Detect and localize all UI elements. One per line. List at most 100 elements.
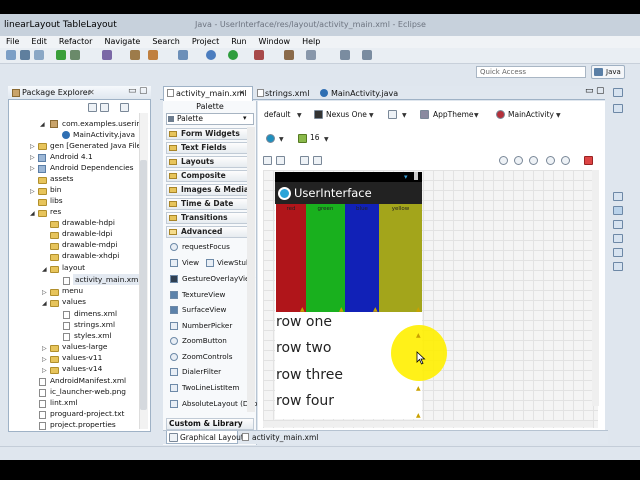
palette-item-dialer-filter[interactable]: DialerFilter xyxy=(182,367,221,377)
menu-project[interactable]: Project xyxy=(186,36,225,48)
palette-category-advanced[interactable]: Advanced xyxy=(166,226,254,238)
config-dropdown[interactable]: default xyxy=(264,108,290,122)
palette-item-two-line-list-item[interactable]: TwoLineListItem xyxy=(182,383,239,393)
device-dropdown[interactable]: Nexus One xyxy=(326,108,367,122)
tree-item[interactable]: dimens.xml xyxy=(74,308,117,319)
menu-edit[interactable]: Edit xyxy=(25,36,53,48)
palette-category-layouts[interactable]: Layouts xyxy=(166,156,254,168)
tab-label[interactable]: Graphical Layout xyxy=(180,433,244,442)
forward-icon[interactable] xyxy=(362,50,372,60)
chevron-down-icon[interactable]: ▼ xyxy=(324,136,329,143)
maximize-icon[interactable]: ▢ xyxy=(139,86,148,96)
tree-item[interactable]: strings.xml xyxy=(74,319,115,330)
color-bar-yellow[interactable] xyxy=(379,204,422,312)
table-row-text[interactable]: row one xyxy=(276,314,332,330)
tree-item[interactable]: AndroidManifest.xml xyxy=(50,375,126,386)
canvas-vertical-scrollbar[interactable] xyxy=(592,170,599,406)
chevron-down-icon[interactable]: ▼ xyxy=(402,112,407,119)
warning-icon[interactable]: ▲ xyxy=(416,412,421,419)
tree-item[interactable]: Android 4.1 xyxy=(50,151,93,162)
open-type-icon[interactable] xyxy=(178,50,188,60)
palette-scrollbar[interactable] xyxy=(247,127,255,412)
new-package-icon[interactable] xyxy=(130,50,140,60)
tree-item[interactable]: layout xyxy=(62,262,85,273)
palette-item-number-picker[interactable]: NumberPicker xyxy=(182,321,232,331)
tree-item[interactable]: Android Dependencies xyxy=(50,162,134,173)
external-tools-icon[interactable] xyxy=(254,50,264,60)
tree-item[interactable]: styles.xml xyxy=(74,330,112,341)
search-icon[interactable] xyxy=(284,50,294,60)
zoom-fit-icon[interactable] xyxy=(499,156,508,165)
collapse-all-icon[interactable] xyxy=(88,103,97,112)
android-sdk-icon[interactable] xyxy=(56,50,66,60)
outline-icon[interactable] xyxy=(613,104,623,113)
color-bar-red[interactable] xyxy=(276,204,306,312)
print-icon[interactable] xyxy=(34,50,44,60)
logcat-icon[interactable] xyxy=(613,262,623,271)
tree-item[interactable]: MainActivity.java xyxy=(73,129,135,140)
tree-item[interactable]: menu xyxy=(62,285,83,296)
menu-file[interactable]: File xyxy=(0,36,25,48)
zoom-real-size-icon[interactable] xyxy=(561,156,570,165)
menu-help[interactable]: Help xyxy=(296,36,326,48)
minimize-icon[interactable]: ▭ xyxy=(585,86,594,96)
tree-item[interactable]: libs xyxy=(50,195,63,206)
warning-icon[interactable]: ▲ xyxy=(373,306,378,313)
table-row-text[interactable]: row two xyxy=(276,340,331,356)
avd-manager-icon[interactable] xyxy=(70,50,80,60)
menu-search[interactable]: Search xyxy=(146,36,185,48)
save-icon[interactable] xyxy=(20,50,30,60)
expand-arrow[interactable]: ▷ xyxy=(30,154,35,161)
tab-xml-source[interactable]: activity_main.xml xyxy=(252,433,318,442)
palette-category-transitions[interactable]: Transitions xyxy=(166,212,254,224)
tree-item-selected[interactable]: activity_main.xml xyxy=(73,274,143,285)
chevron-down-icon[interactable]: ▾ xyxy=(243,114,247,122)
menu-navigate[interactable]: Navigate xyxy=(98,36,146,48)
tab-main-activity[interactable]: MainActivity.java xyxy=(331,89,398,98)
tree-item[interactable]: lint.xml xyxy=(50,397,78,408)
table-row-text[interactable]: row four xyxy=(276,393,334,409)
expand-arrow[interactable]: ▷ xyxy=(30,165,35,172)
expand-arrow[interactable]: ◢ xyxy=(40,121,45,128)
palette-item-surface-view[interactable]: SurfaceView xyxy=(182,305,226,315)
palette-category-custom-views[interactable]: Custom & Library Views xyxy=(166,418,254,438)
tree-item[interactable]: drawable-ldpi xyxy=(62,228,112,239)
palette-item-zoom-controls[interactable]: ZoomControls xyxy=(182,352,232,362)
tree-item[interactable]: values-v14 xyxy=(62,363,102,374)
declaration-icon[interactable] xyxy=(613,234,623,243)
new-icon[interactable] xyxy=(6,50,16,60)
layout-toggle-icon[interactable] xyxy=(263,156,272,165)
expand-arrow[interactable]: ◢ xyxy=(42,300,47,307)
view-menu-icon[interactable] xyxy=(120,103,129,112)
zoom-in-icon[interactable] xyxy=(514,156,523,165)
palette-item-gesture-overlay-view[interactable]: GestureOverlayView xyxy=(182,274,255,284)
palette-category-time-date[interactable]: Time & Date xyxy=(166,198,254,210)
palette-category-images-media[interactable]: Images & Media xyxy=(166,184,254,196)
theme-dropdown[interactable]: AppTheme xyxy=(433,108,474,122)
table-row-text[interactable]: row three xyxy=(276,367,343,383)
menu-window[interactable]: Window xyxy=(253,36,297,48)
tree-item[interactable]: values-large xyxy=(62,341,107,352)
tab-strings-xml[interactable]: strings.xml xyxy=(265,89,309,98)
scrollbar-thumb[interactable] xyxy=(140,160,147,410)
tree-item[interactable]: ic_launcher-web.png xyxy=(50,386,126,397)
palette-category-form-widgets[interactable]: Form Widgets xyxy=(166,128,254,140)
link-editor-icon[interactable] xyxy=(100,103,109,112)
tab-label[interactable]: activity_main.xml xyxy=(176,89,247,98)
tree-item[interactable]: res xyxy=(50,206,61,217)
activity-dropdown[interactable]: MainActivity xyxy=(508,108,554,122)
expand-arrow[interactable]: ▷ xyxy=(42,289,47,296)
restore-icon[interactable] xyxy=(613,88,623,97)
palette-item-zoom-button[interactable]: ZoomButton xyxy=(182,336,227,346)
warning-icon[interactable]: ▲ xyxy=(300,306,305,313)
chevron-down-icon[interactable]: ▼ xyxy=(369,112,374,119)
palette-category-text-fields[interactable]: Text Fields xyxy=(166,142,254,154)
quick-access-input[interactable]: Quick Access xyxy=(476,66,586,78)
chevron-down-icon[interactable]: ▼ xyxy=(556,112,561,119)
palette-item-view-stub[interactable]: ViewStub xyxy=(217,258,251,268)
tree-item[interactable]: com.examples.userinte xyxy=(62,118,148,129)
error-indicator-icon[interactable] xyxy=(584,156,593,165)
debug-icon[interactable] xyxy=(206,50,216,60)
palette-category-composite[interactable]: Composite xyxy=(166,170,254,182)
annotation-icon[interactable] xyxy=(306,50,316,60)
